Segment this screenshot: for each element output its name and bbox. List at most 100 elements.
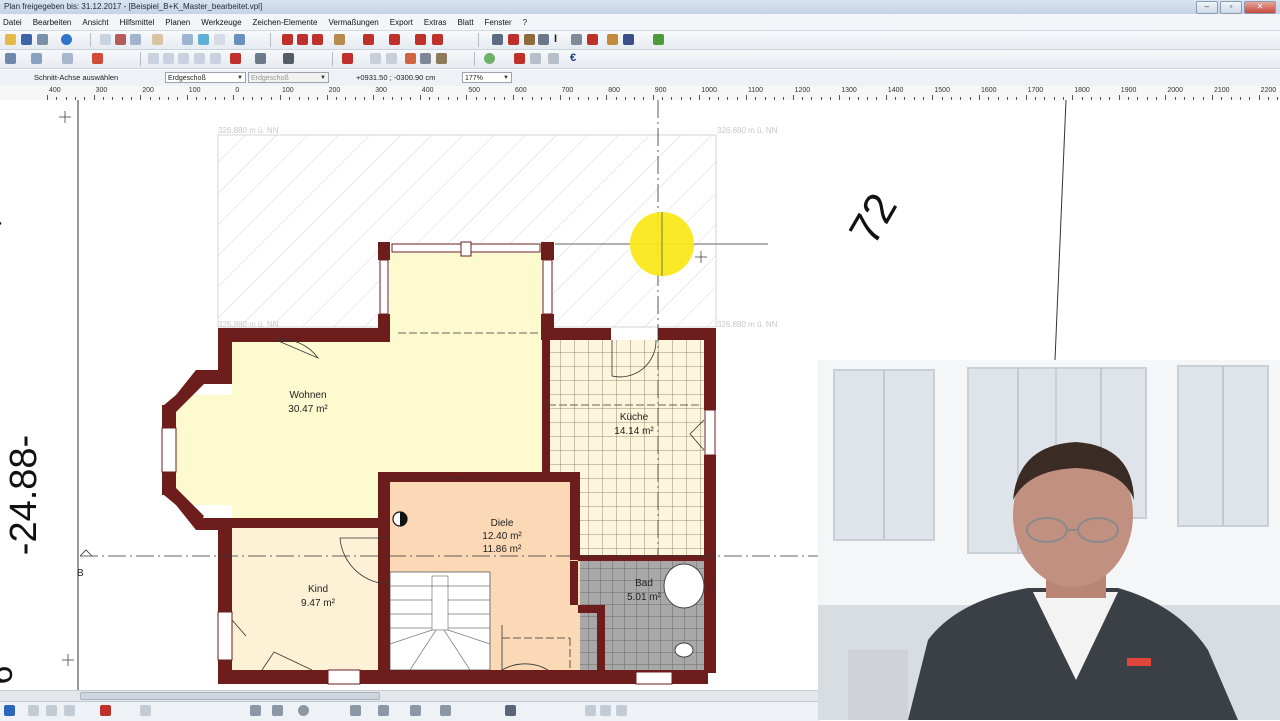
menu-vermassungen[interactable]: Vermaßungen xyxy=(325,18,386,27)
menu-ansicht[interactable]: Ansicht xyxy=(79,18,116,27)
roof-tool-icon[interactable] xyxy=(363,34,374,45)
toolbar-separator xyxy=(332,52,333,66)
house-view-icon[interactable] xyxy=(31,53,42,64)
snap-point-icon[interactable] xyxy=(46,705,57,716)
menu-datei[interactable]: Datei xyxy=(0,18,30,27)
horizontal-scrollbar[interactable] xyxy=(0,691,820,702)
floor-plan-icon[interactable] xyxy=(62,53,73,64)
section-axis-label[interactable]: Schnitt-Achse auswählen xyxy=(34,73,118,82)
target-icon[interactable] xyxy=(484,53,495,64)
menu-planen[interactable]: Planen xyxy=(162,18,198,27)
light-icon[interactable] xyxy=(616,705,627,716)
door-tool-icon[interactable] xyxy=(297,34,308,45)
euro-icon[interactable]: € xyxy=(570,52,576,64)
info-icon[interactable] xyxy=(61,34,72,45)
object-icon[interactable] xyxy=(623,34,634,45)
presenter-webcam xyxy=(818,360,1280,720)
ellipse-icon[interactable] xyxy=(298,705,309,716)
menu-zeichen-elemente[interactable]: Zeichen-Elemente xyxy=(250,18,326,27)
curve-icon[interactable] xyxy=(378,705,389,716)
window-tool-icon[interactable] xyxy=(312,34,323,45)
layer-w-icon[interactable] xyxy=(163,53,174,64)
scrollbar-thumb[interactable] xyxy=(80,692,380,700)
snap-cross-icon[interactable] xyxy=(100,705,111,716)
text-tool-icon[interactable]: I xyxy=(554,33,557,45)
chart-icon[interactable] xyxy=(234,34,245,45)
layer-1-icon[interactable] xyxy=(148,53,159,64)
save-icon[interactable] xyxy=(21,34,32,45)
hatch-icon[interactable] xyxy=(440,705,451,716)
line-tool-icon[interactable] xyxy=(370,53,381,64)
drawing-a-icon[interactable] xyxy=(342,53,353,64)
layer-s-icon[interactable] xyxy=(194,53,205,64)
menu-export[interactable]: Export xyxy=(387,18,421,27)
elevation-label: 326.880 m ü. NN xyxy=(717,126,778,135)
menu-extras[interactable]: Extras xyxy=(421,18,455,27)
pan-hand-icon[interactable] xyxy=(152,34,163,45)
home-view-icon[interactable] xyxy=(5,53,16,64)
dimension-icon[interactable] xyxy=(530,53,541,64)
layer-b-icon[interactable] xyxy=(178,53,189,64)
table-icon[interactable] xyxy=(571,34,582,45)
menu-blatt[interactable]: Blatt xyxy=(455,18,482,27)
layers-icon[interactable] xyxy=(182,34,193,45)
zoom-select[interactable]: 177% ▼ xyxy=(462,72,512,83)
text-icon[interactable] xyxy=(350,705,361,716)
minimize-button[interactable]: – xyxy=(1196,1,1218,14)
palette-icon[interactable] xyxy=(505,705,516,716)
restore-button[interactable]: ▫ xyxy=(1220,1,1242,14)
delete-icon[interactable] xyxy=(508,34,519,45)
book-icon[interactable] xyxy=(587,34,598,45)
menu-hilfsmittel[interactable]: Hilfsmittel xyxy=(117,18,163,27)
brush-icon[interactable] xyxy=(538,34,549,45)
walls-icon[interactable] xyxy=(255,53,266,64)
ruler-label: 100 xyxy=(188,87,201,94)
room-area-net: 11.86 m² xyxy=(483,544,522,555)
car-icon[interactable] xyxy=(283,53,294,64)
horizontal-ruler[interactable]: 400 300 200 100 0 100 200 300 400 500 600 700 800 900… xyxy=(0,86,1280,101)
select-rect-icon[interactable] xyxy=(250,705,261,716)
print-icon[interactable] xyxy=(37,34,48,45)
flag-tool-icon[interactable] xyxy=(415,34,426,45)
select-circle-icon[interactable] xyxy=(272,705,283,716)
menu-fenster[interactable]: Fenster xyxy=(482,18,520,27)
fill-icon[interactable] xyxy=(436,53,447,64)
menu-help[interactable]: ? xyxy=(520,18,535,27)
window-title: Plan freigegeben bis: 31.12.2017 - [Beis… xyxy=(4,2,263,11)
close-button[interactable]: ✕ xyxy=(1244,1,1276,14)
terrain-icon[interactable] xyxy=(653,34,664,45)
room-area: 14.14 m² xyxy=(614,426,654,437)
wall-tool-icon[interactable] xyxy=(282,34,293,45)
snap-line-icon[interactable] xyxy=(64,705,75,716)
edit-icon[interactable] xyxy=(405,53,416,64)
column-tool-icon[interactable] xyxy=(389,34,400,45)
slab-tool-icon[interactable] xyxy=(432,34,443,45)
open-folder-icon[interactable] xyxy=(5,34,16,45)
x-cross-icon[interactable] xyxy=(230,53,241,64)
camera-icon[interactable] xyxy=(585,705,596,716)
stair-tool-icon[interactable] xyxy=(334,34,345,45)
room-name: Küche xyxy=(620,412,649,423)
curve-tool-icon[interactable] xyxy=(386,53,397,64)
copy-icon[interactable] xyxy=(130,34,141,45)
3d-house-icon[interactable] xyxy=(92,53,103,64)
zoom-icon[interactable] xyxy=(198,34,209,45)
grid-icon[interactable] xyxy=(214,34,225,45)
snap-icon[interactable] xyxy=(4,705,15,716)
cancel-icon[interactable] xyxy=(514,53,525,64)
menu-bearbeiten[interactable]: Bearbeiten xyxy=(30,18,80,27)
angle-icon[interactable] xyxy=(548,53,559,64)
pencil-icon[interactable] xyxy=(524,34,535,45)
floor-select[interactable]: Erdgeschoß ▼ xyxy=(165,72,246,83)
page-icon[interactable] xyxy=(100,34,111,45)
snap-grid-icon[interactable] xyxy=(28,705,39,716)
arrow-icon[interactable] xyxy=(410,705,421,716)
render-icon[interactable] xyxy=(600,705,611,716)
library-icon[interactable] xyxy=(607,34,618,45)
measure-icon[interactable] xyxy=(492,34,503,45)
cut-icon[interactable] xyxy=(115,34,126,45)
frame-icon[interactable] xyxy=(420,53,431,64)
menu-werkzeuge[interactable]: Werkzeuge xyxy=(198,18,249,27)
snap-angle-icon[interactable] xyxy=(140,705,151,716)
layer-r-icon[interactable] xyxy=(210,53,221,64)
